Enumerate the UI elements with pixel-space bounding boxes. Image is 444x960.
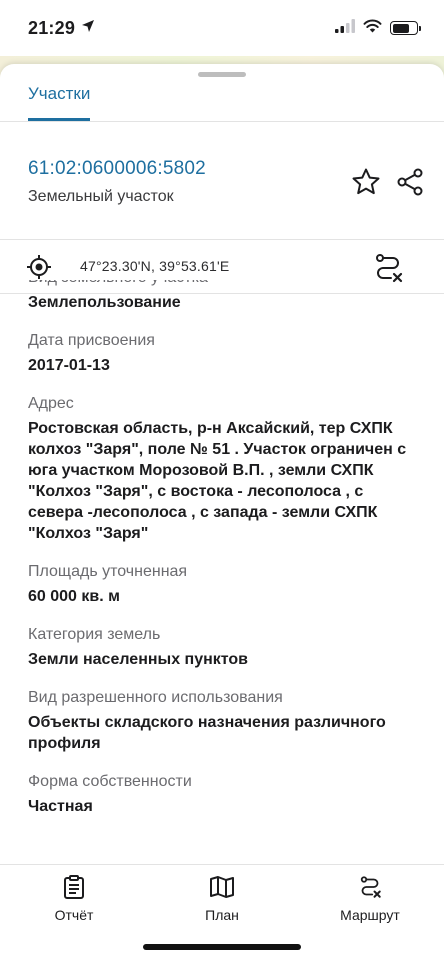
field-value: Частная (28, 798, 93, 815)
wifi-icon (363, 19, 382, 38)
tab-report-label: Отчёт (54, 907, 94, 923)
route-icon (310, 873, 430, 901)
status-right (335, 18, 421, 38)
locate-icon[interactable] (26, 254, 52, 280)
parcel-header: 61:02:0600006:5802 Земельный участок (0, 122, 444, 240)
field-category: Категория земель Земли населенных пункто… (28, 625, 408, 670)
battery-icon (390, 21, 421, 35)
clipboard-icon (14, 873, 134, 901)
sheet-tabs: Участки (0, 64, 444, 122)
field-ownership: Форма собственности Частная (28, 772, 408, 817)
parcel-sheet: Участки 61:02:0600006:5802 Земельный уча… (0, 64, 444, 864)
field-value: Ростовская область, р-н Аксайский, тер С… (28, 420, 407, 542)
parcel-type: Земельный участок (28, 188, 174, 205)
field-value: Землепользование (28, 294, 181, 311)
field-assignment-date: Дата присвоения 2017-01-13 (28, 331, 408, 376)
coordinates-text[interactable]: 47°23.30'N, 39°53.61'E (80, 258, 229, 274)
status-time: 21:29 (28, 17, 76, 38)
field-value: 2017-01-13 (28, 357, 110, 374)
share-icon[interactable] (392, 164, 428, 200)
field-label: Форма собственности (28, 773, 192, 790)
field-permitted-use: Вид разрешенного использования Объекты с… (28, 688, 408, 754)
field-value: 60 000 кв. м (28, 588, 120, 605)
field-label: Площадь уточненная (28, 563, 188, 580)
details-inner: Вид земельного участка Землепользование … (28, 280, 408, 835)
screen: 21:29 Участки 61:02:0600006:5802 Земельн… (0, 0, 444, 960)
field-land-use: Вид земельного участка Землепользование (28, 280, 408, 313)
map-icon (162, 873, 282, 901)
star-icon[interactable] (348, 164, 384, 200)
location-arrow-icon (81, 19, 95, 38)
details-list[interactable]: Вид земельного участка Землепользование … (0, 280, 444, 864)
field-value: Земли населенных пунктов (28, 651, 249, 668)
tab-route[interactable]: Маршрут (310, 873, 430, 923)
cadastral-number[interactable]: 61:02:0600006:5802 (28, 158, 206, 180)
field-label: Адрес (28, 395, 74, 412)
field-label: Вид земельного участка (28, 280, 408, 288)
field-area: Площадь уточненная 60 000 кв. м (28, 562, 408, 607)
tab-route-label: Маршрут (340, 907, 400, 923)
status-left: 21:29 (28, 18, 95, 39)
tab-parcels[interactable]: Участки (28, 84, 91, 121)
field-label: Вид разрешенного использования (28, 689, 283, 706)
field-value: Объекты складского назначения различного… (28, 714, 386, 752)
tab-report[interactable]: Отчёт (14, 873, 134, 923)
status-bar: 21:29 (0, 0, 444, 56)
cellular-signal-icon (335, 18, 355, 38)
field-label: Категория земель (28, 626, 161, 643)
field-label: Дата присвоения (28, 332, 155, 349)
home-indicator[interactable] (143, 944, 301, 950)
tab-plan[interactable]: План (162, 873, 282, 923)
tab-plan-label: План (205, 907, 239, 923)
field-address: Адрес Ростовская область, р-н Аксайский,… (28, 394, 408, 544)
